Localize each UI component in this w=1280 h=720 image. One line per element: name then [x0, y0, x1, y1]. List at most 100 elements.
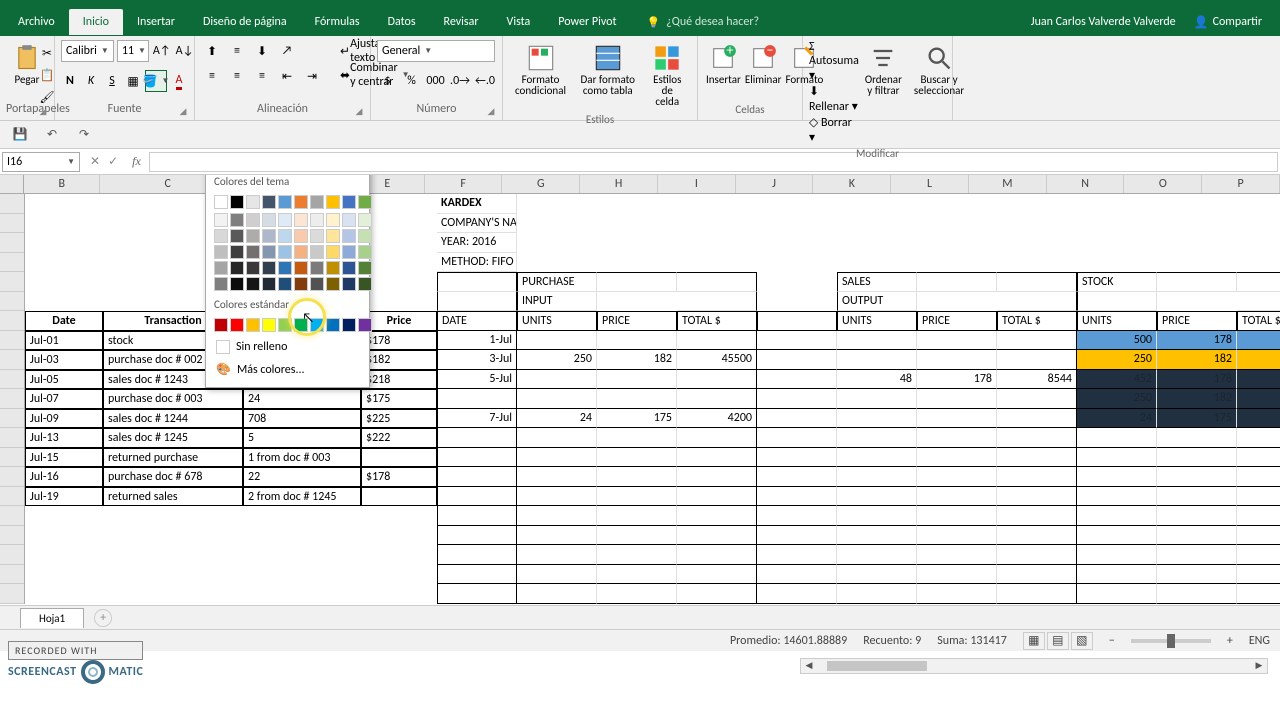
cell[interactable]: COMPANY'S NAME: JC'S CORPORATION: [437, 214, 517, 234]
color-swatch[interactable]: [342, 318, 356, 332]
color-swatch[interactable]: [310, 261, 324, 275]
cell[interactable]: [1077, 448, 1157, 468]
cell[interactable]: [437, 584, 517, 604]
cell[interactable]: [757, 311, 837, 331]
cell[interactable]: [917, 428, 997, 448]
cell[interactable]: [997, 565, 1077, 585]
insert-cells-button[interactable]: +Insertar: [704, 40, 743, 89]
cell[interactable]: 1-Jul: [437, 331, 517, 351]
fx-icon[interactable]: fx: [126, 154, 147, 169]
color-swatch[interactable]: [326, 195, 340, 209]
color-swatch[interactable]: [214, 318, 228, 332]
formula-bar[interactable]: [149, 152, 1278, 172]
cell[interactable]: Jul-07: [25, 389, 103, 409]
cell[interactable]: [917, 526, 997, 546]
cell[interactable]: [517, 389, 597, 409]
cell[interactable]: [1077, 428, 1157, 448]
zoom-out-button[interactable]: −: [1109, 634, 1115, 648]
color-swatch[interactable]: [262, 213, 276, 227]
cell[interactable]: [677, 370, 757, 390]
cell[interactable]: [1237, 467, 1280, 487]
cell[interactable]: Jul-09: [25, 409, 103, 429]
color-swatch[interactable]: [262, 195, 276, 209]
color-swatch[interactable]: [342, 277, 356, 291]
color-swatch[interactable]: [326, 261, 340, 275]
save-button[interactable]: 💾: [8, 124, 32, 146]
cell[interactable]: [1237, 487, 1280, 507]
cell[interactable]: [1157, 272, 1237, 292]
color-swatch[interactable]: [358, 195, 372, 209]
cell[interactable]: [517, 448, 597, 468]
color-swatch[interactable]: [230, 195, 244, 209]
color-swatch[interactable]: [326, 245, 340, 259]
cell[interactable]: [917, 487, 997, 507]
color-swatch[interactable]: [294, 261, 308, 275]
indent-inc-button[interactable]: ⇥: [301, 65, 323, 87]
cell[interactable]: [437, 448, 517, 468]
view-pagebreak-button[interactable]: ▧: [1071, 632, 1093, 650]
tab-revisar[interactable]: Revisar: [430, 9, 493, 35]
cell[interactable]: $182: [361, 350, 437, 370]
cell[interactable]: [757, 584, 837, 604]
cell[interactable]: 45500: [677, 350, 757, 370]
color-swatch[interactable]: [358, 277, 372, 291]
cell[interactable]: $175: [361, 389, 437, 409]
color-swatch[interactable]: [262, 245, 276, 259]
cell[interactable]: [757, 506, 837, 526]
cell[interactable]: PURCHASE: [517, 272, 597, 292]
cell[interactable]: [517, 370, 597, 390]
cell[interactable]: 250: [1077, 389, 1157, 409]
cell[interactable]: 45500: [1237, 389, 1280, 409]
cell[interactable]: [517, 565, 597, 585]
cell[interactable]: 708: [243, 409, 361, 429]
cell[interactable]: METHOD: FIFO (first in, first out): [437, 253, 517, 273]
cell[interactable]: [837, 506, 917, 526]
cell[interactable]: [597, 428, 677, 448]
cell[interactable]: [517, 331, 597, 351]
cell[interactable]: [757, 350, 837, 370]
more-colors-button[interactable]: 🎨Más colores...: [214, 358, 361, 381]
cell[interactable]: PRICE: [597, 311, 677, 331]
color-swatch[interactable]: [310, 277, 324, 291]
cell[interactable]: UNITS: [837, 311, 917, 331]
color-swatch[interactable]: [326, 229, 340, 243]
cell[interactable]: [837, 565, 917, 585]
cell[interactable]: [917, 565, 997, 585]
align-middle-button[interactable]: ≡: [226, 40, 248, 62]
view-layout-button[interactable]: ▤: [1047, 632, 1069, 650]
cell[interactable]: [677, 292, 757, 312]
format-table-button[interactable]: Dar formato como tabla: [574, 40, 642, 111]
tab-insertar[interactable]: Insertar: [123, 9, 189, 35]
cell[interactable]: 80456: [1237, 370, 1280, 390]
color-swatch[interactable]: [310, 213, 324, 227]
cell[interactable]: [837, 409, 917, 429]
color-swatch[interactable]: [358, 229, 372, 243]
cell[interactable]: [1077, 545, 1157, 565]
find-select-button[interactable]: Buscar y seleccionar: [908, 40, 970, 145]
cell[interactable]: [837, 428, 917, 448]
cell[interactable]: INPUT: [517, 292, 597, 312]
col-header[interactable]: F: [425, 175, 503, 193]
cell[interactable]: [437, 389, 517, 409]
undo-button[interactable]: ↶: [40, 124, 64, 146]
col-header[interactable]: H: [580, 175, 658, 193]
cell[interactable]: 250: [1077, 350, 1157, 370]
cell[interactable]: PRICE: [1157, 311, 1237, 331]
cell[interactable]: [837, 545, 917, 565]
cell[interactable]: Jul-03: [25, 350, 103, 370]
color-swatch[interactable]: [342, 245, 356, 259]
cell[interactable]: [677, 506, 757, 526]
cell[interactable]: [597, 331, 677, 351]
cell[interactable]: 175: [597, 409, 677, 429]
cell[interactable]: [437, 467, 517, 487]
cell[interactable]: [837, 526, 917, 546]
cell[interactable]: sales doc # 1245: [103, 428, 243, 448]
cell[interactable]: [997, 526, 1077, 546]
horizontal-scrollbar[interactable]: ◀▶: [800, 658, 1268, 674]
color-swatch[interactable]: [294, 213, 308, 227]
cell[interactable]: [597, 584, 677, 604]
cell[interactable]: [1157, 467, 1237, 487]
cell[interactable]: [917, 409, 997, 429]
cell[interactable]: [437, 487, 517, 507]
cell[interactable]: [1157, 506, 1237, 526]
